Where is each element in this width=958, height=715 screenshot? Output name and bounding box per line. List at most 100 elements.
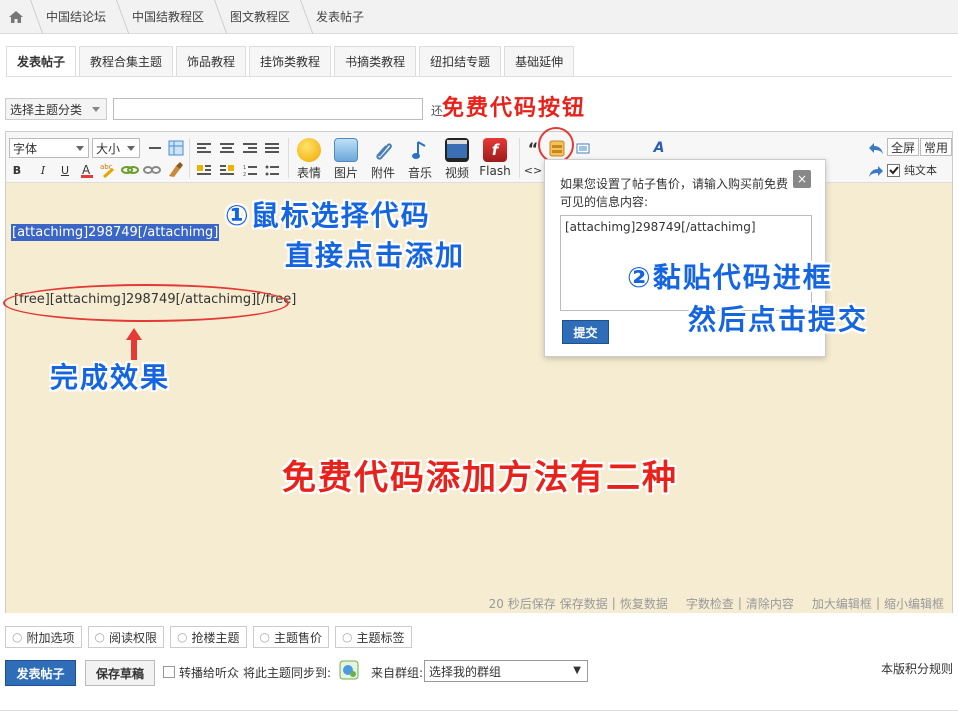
clear-content-link[interactable]: 清除内容 xyxy=(746,595,794,612)
weibo-sync-icon[interactable] xyxy=(339,660,359,680)
post-button[interactable]: 发表帖子 xyxy=(5,660,76,686)
annotation-step1-line1: ①鼠标选择代码 xyxy=(225,199,431,232)
breadcrumb-item[interactable]: 中国结论坛 xyxy=(32,0,118,34)
tab-collection[interactable]: 教程合集主题 xyxy=(79,46,174,76)
svg-text:1: 1 xyxy=(243,165,246,171)
shrink-editor-link[interactable]: 缩小编辑框 xyxy=(884,595,944,612)
autosave-status: 20 秒后保存 xyxy=(488,596,556,611)
tab-extra-options[interactable]: ○ 附加选项 xyxy=(5,626,82,648)
save-draft-button[interactable]: 保存草稿 xyxy=(85,660,155,686)
divider: | xyxy=(737,596,742,610)
forward-checkbox[interactable] xyxy=(163,666,175,678)
font-select-label: 字体 xyxy=(13,141,38,156)
breadcrumb-item[interactable]: 图文教程区 xyxy=(216,0,302,34)
divider xyxy=(0,710,958,711)
music-icon xyxy=(408,138,432,162)
float-right-icon[interactable] xyxy=(219,162,235,178)
tab-button-knot[interactable]: 纽扣结专题 xyxy=(419,46,502,76)
close-icon[interactable]: × xyxy=(793,170,811,188)
chevron-down-icon xyxy=(127,146,135,151)
forward-label: 转播给听众 xyxy=(179,666,240,680)
music-button[interactable]: 音乐 xyxy=(404,138,436,181)
word-count-link[interactable]: 字数检查 xyxy=(686,595,734,612)
float-left-icon[interactable] xyxy=(196,162,212,178)
table-icon[interactable] xyxy=(168,140,184,156)
chevron-down-icon xyxy=(76,146,84,151)
underline-button[interactable]: U xyxy=(58,162,72,178)
video-button[interactable]: 视频 xyxy=(441,138,473,181)
text-color-icon[interactable]: A xyxy=(79,161,95,179)
tab-basics[interactable]: 基础延伸 xyxy=(504,46,575,76)
align-justify-icon[interactable] xyxy=(264,141,280,155)
plaintext-checkbox[interactable] xyxy=(887,164,900,177)
tab-bookmarks[interactable]: 书摘类教程 xyxy=(334,46,417,76)
subject-input[interactable] xyxy=(113,98,423,120)
unlink-icon[interactable] xyxy=(143,162,161,178)
highlight-ellipse xyxy=(3,284,289,322)
font-select[interactable]: 字体 xyxy=(9,138,89,158)
hide-content-icon[interactable] xyxy=(575,140,591,156)
unordered-list-icon[interactable] xyxy=(264,162,280,178)
tab-floor-grab[interactable]: ○ 抢楼主题 xyxy=(170,626,247,648)
bold-button[interactable]: B xyxy=(10,162,24,178)
undo-icon[interactable] xyxy=(868,141,884,155)
bullet-icon: ○ xyxy=(342,630,353,644)
tab-topic-price[interactable]: ○ 主题售价 xyxy=(252,626,329,648)
bullet-icon: ○ xyxy=(94,630,105,644)
enlarge-editor-link[interactable]: 加大编辑框 xyxy=(812,595,872,612)
tab-post[interactable]: 发表帖子 xyxy=(6,46,77,76)
tab-read-permission[interactable]: ○ 阅读权限 xyxy=(87,626,164,648)
common-button[interactable]: 常用 xyxy=(920,138,952,156)
home-icon[interactable] xyxy=(0,0,32,34)
attach-label: 附件 xyxy=(370,166,395,180)
divider xyxy=(6,76,952,77)
tab-accessories[interactable]: 饰品教程 xyxy=(176,46,247,76)
annotation-step2-line2: 然后点击提交 xyxy=(688,303,869,336)
flash-button[interactable]: f Flash xyxy=(478,138,512,178)
flash-icon: f xyxy=(483,138,507,162)
divider xyxy=(288,138,289,178)
restore-data-link[interactable]: 恢复数据 xyxy=(620,595,668,612)
redo-icon[interactable] xyxy=(868,164,884,178)
attach-button[interactable]: 附件 xyxy=(367,138,399,181)
code-button[interactable]: <> xyxy=(524,162,542,178)
flash-label: Flash xyxy=(479,164,511,178)
group-select[interactable]: 选择我的群组 ▼ xyxy=(424,660,588,682)
plaintext-label: 纯文本 xyxy=(904,164,937,177)
align-left-icon[interactable] xyxy=(196,141,212,155)
sync-label: 将此主题同步到: xyxy=(243,666,332,680)
bullet-icon: ○ xyxy=(12,630,23,644)
divider xyxy=(189,138,190,178)
save-data-link[interactable]: 保存数据 xyxy=(560,595,608,612)
points-rules-link[interactable]: 本版积分规则 xyxy=(881,660,953,677)
align-right-icon[interactable] xyxy=(242,141,258,155)
clear-format-icon[interactable] xyxy=(166,161,184,179)
popup-instructions: 如果您设置了帖子售价，请输入购买前免费可见的信息内容: xyxy=(560,177,789,209)
topic-type-label: 选择主题分类 xyxy=(10,102,83,117)
tab-topic-tags[interactable]: ○ 主题标签 xyxy=(335,626,412,648)
topic-type-select[interactable]: 选择主题分类 xyxy=(5,98,107,120)
font-style-icon[interactable]: A xyxy=(651,140,667,156)
tab-label: 阅读权限 xyxy=(108,630,157,645)
align-center-icon[interactable] xyxy=(219,141,235,155)
tab-label: 主题售价 xyxy=(273,630,322,645)
popup-submit-button[interactable]: 提交 xyxy=(562,320,609,344)
tab-pendants[interactable]: 挂饰类教程 xyxy=(249,46,332,76)
svg-text:A: A xyxy=(82,163,91,177)
breadcrumb-current: 发表帖子 xyxy=(302,0,376,34)
ordered-list-icon[interactable]: 12 xyxy=(242,162,258,178)
size-select[interactable]: 大小 xyxy=(92,138,140,158)
divider xyxy=(519,138,520,178)
fullscreen-button[interactable]: 全屏 xyxy=(887,138,920,156)
image-button[interactable]: 图片 xyxy=(330,138,362,181)
hr-icon[interactable] xyxy=(148,141,162,155)
link-icon[interactable] xyxy=(121,162,139,178)
bullet-icon: ○ xyxy=(259,630,270,644)
emoji-button[interactable]: 表情 xyxy=(293,138,325,181)
italic-button[interactable]: I xyxy=(36,162,50,178)
breadcrumb-item[interactable]: 中国结教程区 xyxy=(118,0,216,34)
chevron-down-icon xyxy=(92,107,100,112)
selected-code-text[interactable]: [attachimg]298749[/attachimg] xyxy=(11,224,220,241)
video-label: 视频 xyxy=(444,166,469,180)
spellcheck-icon[interactable]: abc xyxy=(99,161,117,179)
